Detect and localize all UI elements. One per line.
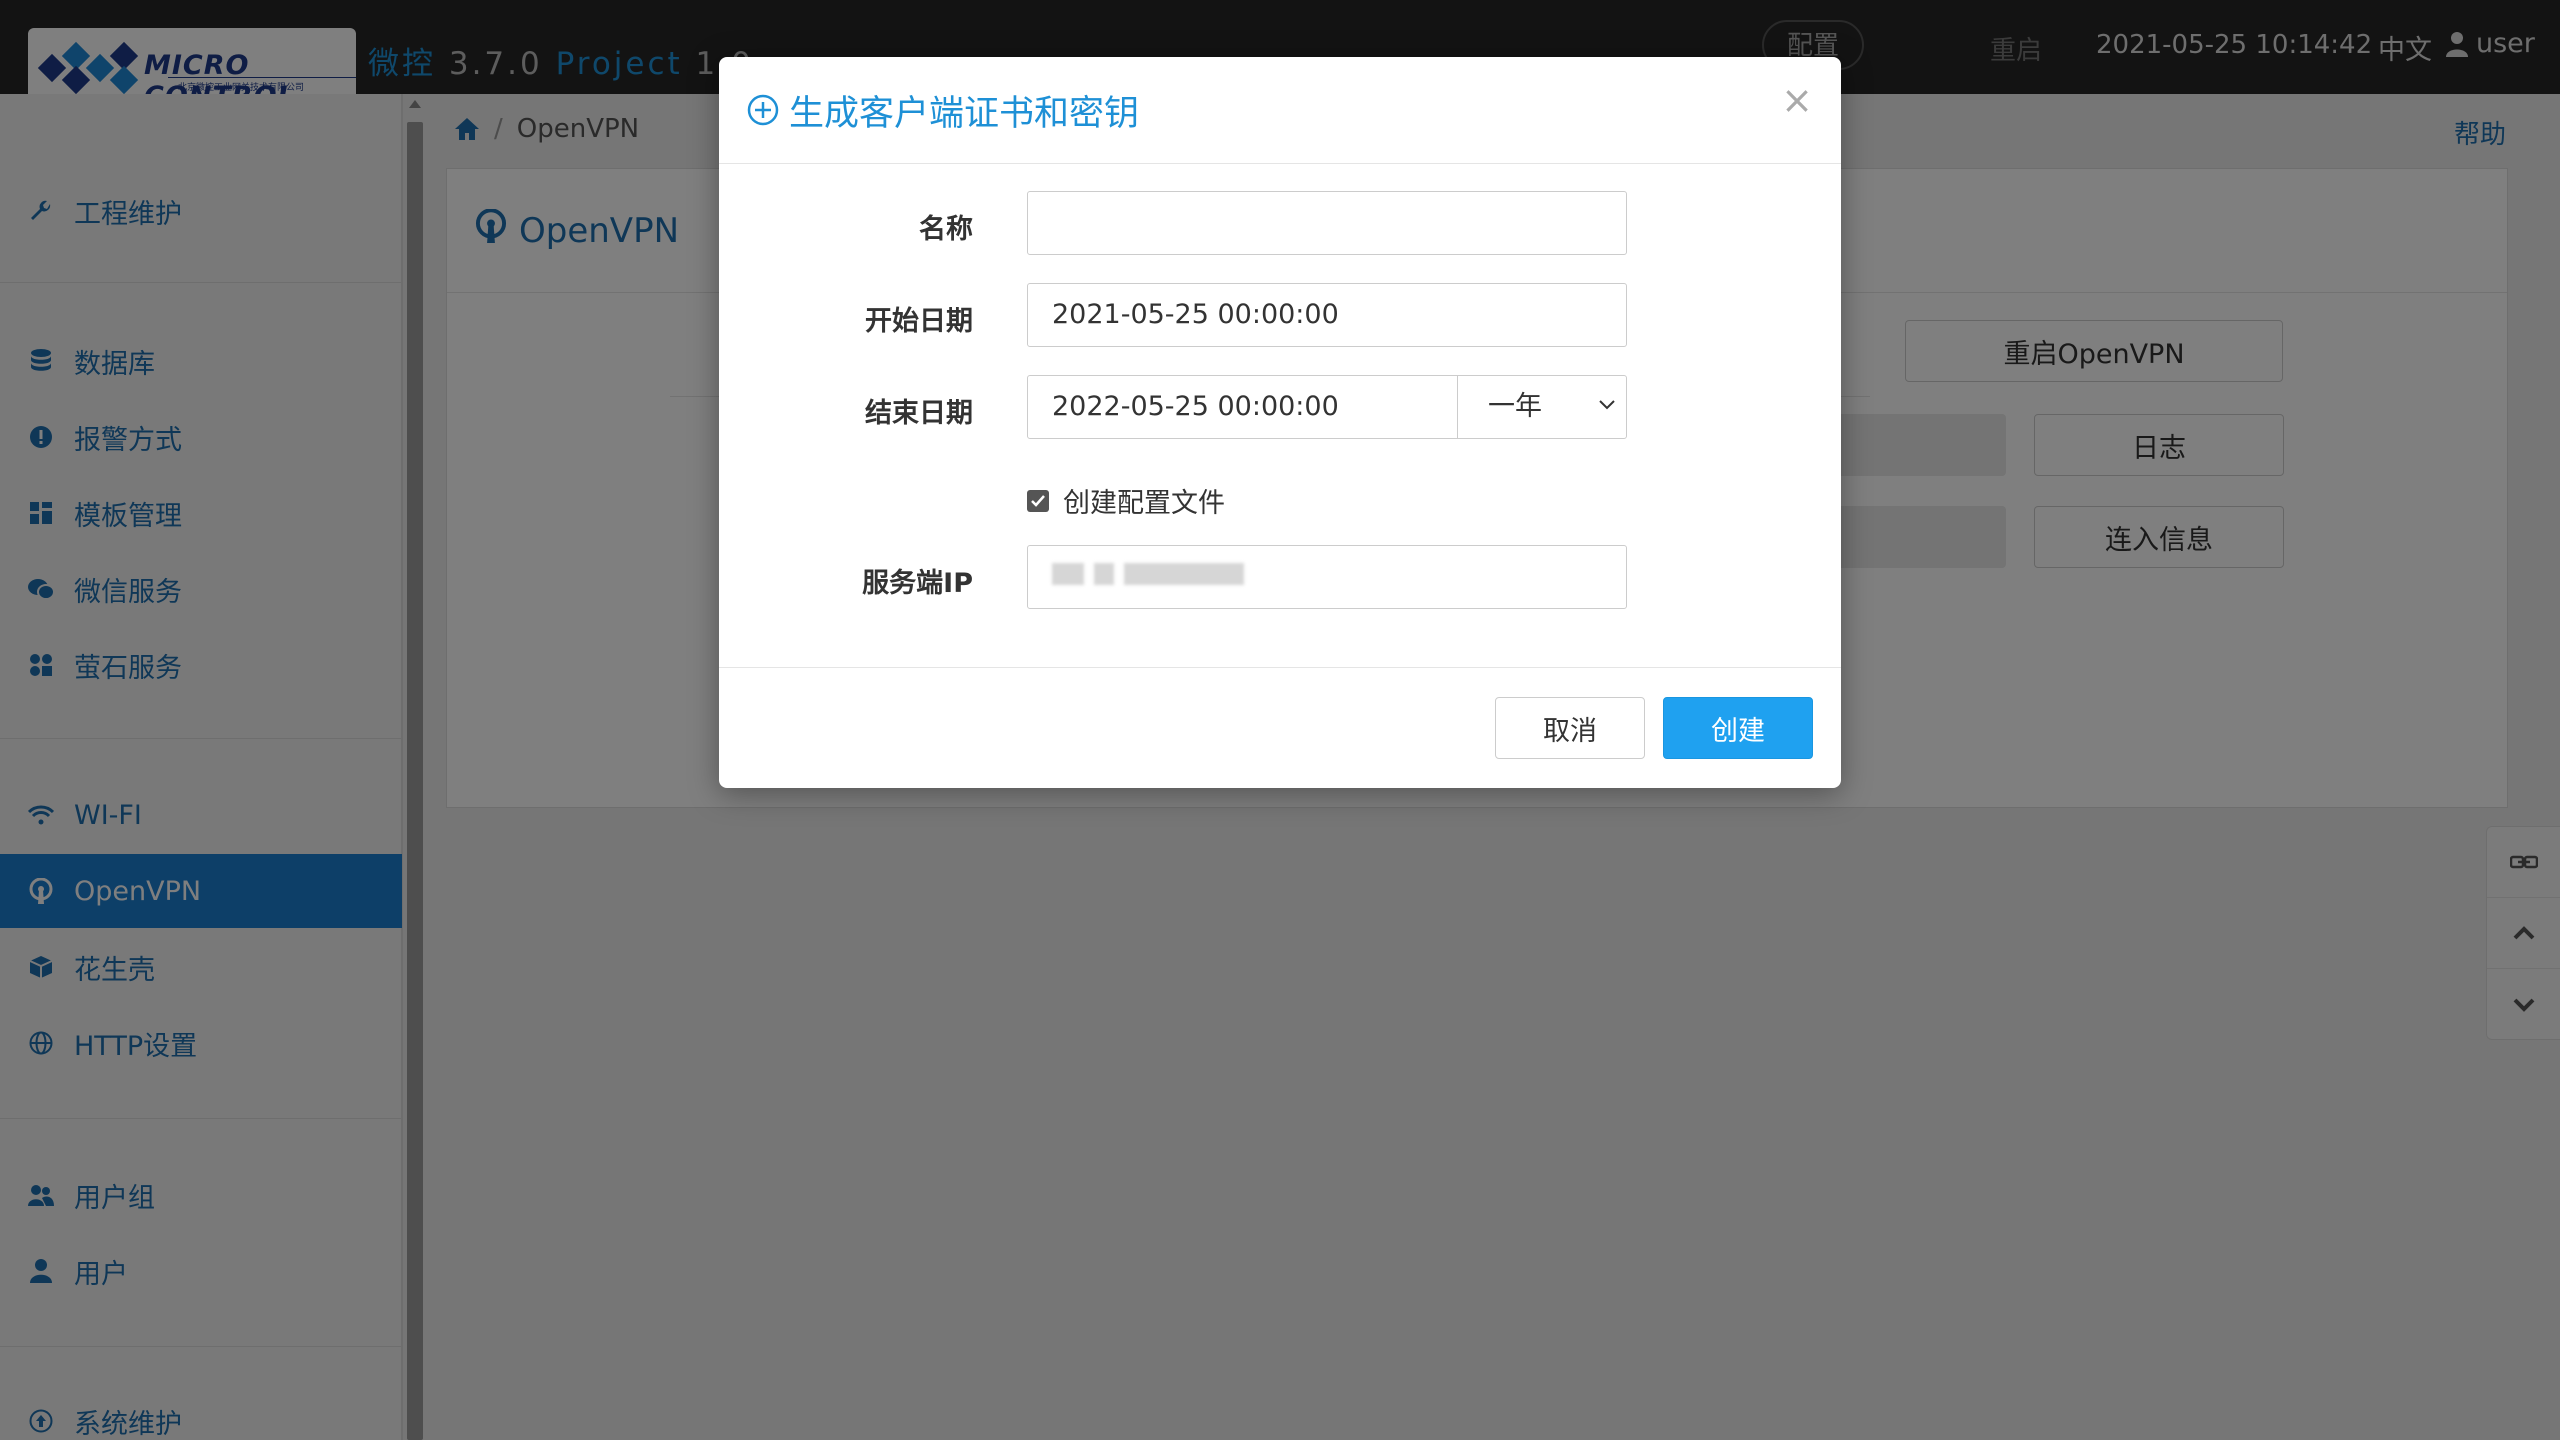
checkbox-checked-icon[interactable] (1027, 489, 1049, 512)
create-button[interactable]: 创建 (1663, 697, 1813, 759)
server-ip-input[interactable] (1027, 545, 1627, 609)
cancel-button[interactable]: 取消 (1495, 697, 1645, 759)
plus-circle-icon (747, 94, 779, 126)
duration-value: 一年 (1488, 391, 1542, 422)
close-icon[interactable]: × (1781, 81, 1813, 119)
name-label: 名称 (919, 214, 973, 245)
name-input[interactable] (1027, 191, 1627, 255)
server-ip-label: 服务端IP (862, 568, 973, 599)
duration-select[interactable]: 一年 (1457, 375, 1627, 439)
modal-header: 生成客户端证书和密钥 (719, 57, 1841, 164)
create-config-checkbox[interactable]: 创建配置文件 (1027, 481, 1225, 520)
end-date-input[interactable]: 2022-05-25 00:00:00 (1027, 375, 1458, 439)
modal-title: 生成客户端证书和密钥 (789, 93, 1140, 134)
redacted-ip (1052, 563, 1244, 585)
generate-cert-modal: 生成客户端证书和密钥 × 名称 开始日期 2021-05-25 00:00:00… (719, 57, 1841, 788)
end-date-label: 结束日期 (865, 398, 973, 429)
create-config-label: 创建配置文件 (1063, 488, 1225, 519)
chevron-down-icon (1599, 400, 1615, 410)
start-date-input[interactable]: 2021-05-25 00:00:00 (1027, 283, 1627, 347)
start-date-label: 开始日期 (865, 306, 973, 337)
